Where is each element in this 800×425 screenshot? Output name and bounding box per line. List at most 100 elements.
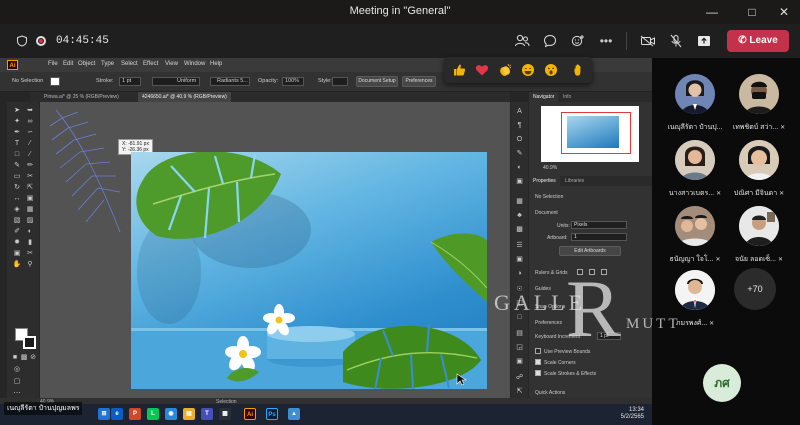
menu-select[interactable]: Select xyxy=(121,61,138,67)
palm-leaf-right[interactable] xyxy=(430,233,487,302)
pathfinder-panel-icon[interactable]: ◲ xyxy=(515,344,524,352)
shield-icon[interactable] xyxy=(12,31,32,51)
heart-icon[interactable] xyxy=(473,61,491,79)
more-participants-badge[interactable]: +70 xyxy=(734,268,776,310)
share-screen-icon[interactable] xyxy=(694,31,714,51)
leave-button[interactable]: ✆ Leave xyxy=(727,30,789,52)
menu-help[interactable]: Help xyxy=(210,61,222,67)
navigator-zoom[interactable]: 40.9% xyxy=(543,165,557,171)
more-options-icon[interactable]: ••• xyxy=(596,31,616,51)
mesh-tool-icon[interactable]: ▧ xyxy=(12,217,22,225)
links-panel-icon[interactable]: ☍ xyxy=(515,374,524,382)
pen-tool-icon[interactable]: ✒ xyxy=(12,129,22,137)
tab-properties[interactable]: Properties xyxy=(529,176,560,186)
opentype-panel-icon[interactable]: O xyxy=(515,136,524,144)
color-panel-icon[interactable]: ◐ xyxy=(515,164,524,172)
magic-wand-icon[interactable]: ✦ xyxy=(12,118,22,126)
brushes-panel-icon[interactable]: ✎ xyxy=(515,150,524,158)
eraser-icon[interactable]: ▭ xyxy=(12,173,22,181)
edit-artboards-button[interactable]: Edit Artboards xyxy=(559,246,621,256)
artboard-dropdown[interactable]: 1 xyxy=(571,233,627,241)
participant-avatar[interactable] xyxy=(675,140,715,180)
menu-edit[interactable]: Edit xyxy=(63,61,73,67)
blend-tool-icon[interactable]: ◐ xyxy=(25,228,35,236)
type-tool-icon[interactable]: T xyxy=(12,140,22,148)
close-icon[interactable]: ✕ xyxy=(770,2,798,22)
graphic-styles-icon[interactable]: ▩ xyxy=(515,226,524,234)
tab-libraries[interactable]: Libraries xyxy=(561,176,588,186)
like-icon[interactable] xyxy=(450,61,468,79)
photos-icon[interactable]: ▩ xyxy=(219,408,231,420)
perspective-grid-icon[interactable]: ▦ xyxy=(25,206,35,214)
swatches-panel-icon[interactable]: ▦ xyxy=(515,198,524,206)
minimize-icon[interactable]: — xyxy=(698,2,726,22)
participant-avatar[interactable] xyxy=(739,74,779,114)
camera-off-icon[interactable] xyxy=(638,31,658,51)
screen-mode-icon[interactable]: ▢ xyxy=(12,378,22,386)
scale-corners-checkbox[interactable] xyxy=(535,359,541,365)
gradient-panel-icon[interactable]: ▣ xyxy=(515,256,524,264)
stroke-weight-field[interactable]: 1 pt xyxy=(119,77,141,86)
gradient-tool-icon[interactable]: ▨ xyxy=(25,217,35,225)
stroke-style-dropdown[interactable]: Uniform xyxy=(152,77,200,86)
opacity-field[interactable]: 100% xyxy=(282,77,304,86)
artboard[interactable] xyxy=(131,152,487,389)
paintbrush-icon[interactable]: ⁄ xyxy=(25,151,35,159)
selection-tool-icon[interactable]: ➤ xyxy=(12,107,22,115)
graph-tool-icon[interactable]: ▮ xyxy=(25,239,35,247)
taskbar-clock[interactable]: 13:34 5/2/2565 xyxy=(621,407,644,421)
mic-off-icon[interactable] xyxy=(666,31,686,51)
shaper-tool-icon[interactable]: ✎ xyxy=(12,162,22,170)
canvas-pasteboard[interactable]: X: -81.91 px Y: -26.36 px xyxy=(40,102,510,408)
clap-icon[interactable] xyxy=(496,61,514,79)
windows-start-icon[interactable]: ⊞ xyxy=(98,408,110,420)
photoshop-icon[interactable]: Ps xyxy=(266,408,278,420)
shape-builder-icon[interactable]: ◈ xyxy=(12,206,22,214)
units-dropdown[interactable]: Pixels xyxy=(571,221,627,229)
reactions-icon[interactable] xyxy=(568,31,588,51)
people-icon[interactable] xyxy=(512,31,532,51)
menu-object[interactable]: Object xyxy=(78,61,95,67)
transform-panel-icon[interactable]: ▣ xyxy=(515,358,524,366)
transparency-panel-icon[interactable]: ◑ xyxy=(515,270,524,278)
artboard-tool-icon[interactable]: ▣ xyxy=(12,250,22,258)
align-panel-icon[interactable]: ▤ xyxy=(515,330,524,338)
surprised-icon[interactable] xyxy=(542,61,560,79)
eyedropper-icon[interactable]: ✐ xyxy=(12,228,22,236)
palm-leaf-outline-graphic[interactable] xyxy=(48,106,128,236)
asset-export-icon[interactable]: ⇱ xyxy=(515,388,524,396)
brush-dropdown[interactable]: Radiants 5... xyxy=(210,77,250,86)
navigator-preview[interactable] xyxy=(541,106,639,162)
tab-document-2[interactable]: 4246650.ai* @ 40.9 % (RGB/Preview) xyxy=(138,92,231,102)
rectangle-tool-icon[interactable]: □ xyxy=(12,151,22,159)
chat-icon[interactable] xyxy=(540,31,560,51)
menu-effect[interactable]: Effect xyxy=(143,61,158,67)
use-preview-bounds-checkbox[interactable] xyxy=(535,348,541,354)
menu-view[interactable]: View xyxy=(165,61,178,67)
lasso-icon[interactable]: ∞ xyxy=(25,118,35,126)
maximize-icon[interactable]: □ xyxy=(738,2,766,22)
tab-info[interactable]: Info xyxy=(559,92,575,102)
rotate-tool-icon[interactable]: ↻ xyxy=(12,184,22,192)
navigator-view-box[interactable] xyxy=(561,112,631,154)
line-tool-icon[interactable]: ⁄ xyxy=(25,140,35,148)
scale-tool-icon[interactable]: ⇱ xyxy=(25,184,35,192)
participant-avatar[interactable] xyxy=(675,270,715,310)
participant-avatar[interactable] xyxy=(739,140,779,180)
raise-hand-icon[interactable] xyxy=(570,61,588,79)
menu-file[interactable]: File xyxy=(48,61,58,67)
document-setup-button[interactable]: Document Setup xyxy=(356,76,398,87)
image-viewer-icon[interactable]: ▲ xyxy=(288,408,300,420)
curvature-tool-icon[interactable]: ∽ xyxy=(25,129,35,137)
scissors-icon[interactable]: ✂ xyxy=(25,173,35,181)
self-avatar[interactable]: ภศ xyxy=(703,364,741,402)
free-transform-icon[interactable]: ▣ xyxy=(25,195,35,203)
menu-window[interactable]: Window xyxy=(184,61,205,67)
slice-tool-icon[interactable]: ✂ xyxy=(25,250,35,258)
symbols-panel-icon[interactable]: ♣ xyxy=(515,212,524,220)
hand-tool-icon[interactable]: ✋ xyxy=(12,261,22,269)
laugh-icon[interactable] xyxy=(519,61,537,79)
direct-selection-tool-icon[interactable]: ➥ xyxy=(25,107,35,115)
color-guide-icon[interactable]: ▣ xyxy=(515,178,524,186)
tab-document-1[interactable]: Pinwa.ai* @ 25 % (RGB/Preview) xyxy=(40,92,123,102)
